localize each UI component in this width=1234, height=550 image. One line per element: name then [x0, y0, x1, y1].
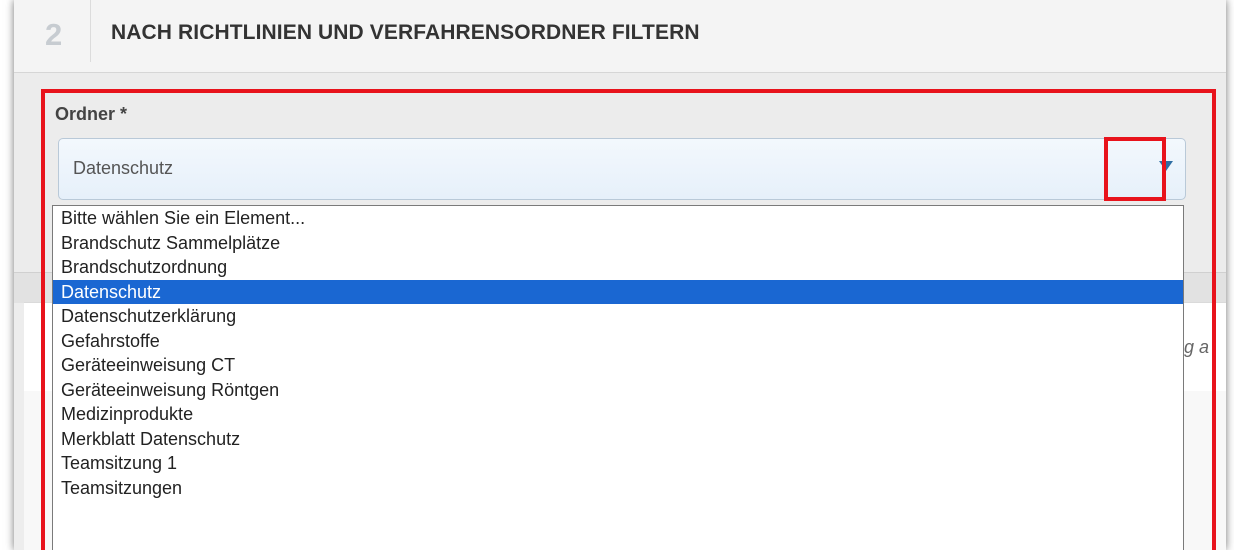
dropdown-option[interactable]: Teamsitzungen [53, 476, 1183, 501]
step-number: 2 [45, 17, 63, 52]
dropdown-option[interactable]: Teamsitzung 1 [53, 451, 1183, 476]
folder-select-value: Datenschutz [73, 158, 174, 178]
dropdown-option[interactable]: Datenschutz [53, 279, 1183, 304]
folder-select[interactable]: Datenschutz [58, 138, 1186, 200]
dropdown-option[interactable]: Brandschutz Sammelplätze [53, 231, 1183, 256]
dropdown-option[interactable]: Merkblatt Datenschutz [53, 427, 1183, 452]
header-divider [90, 0, 91, 62]
dropdown-option[interactable]: Gefahrstoffe [53, 329, 1183, 354]
folder-dropdown-list[interactable]: Bitte wählen Sie ein Element... Brandschu… [52, 205, 1184, 550]
dropdown-option[interactable]: Medizinprodukte [53, 402, 1183, 427]
dropdown-option[interactable]: Geräteeinweisung Röntgen [53, 378, 1183, 403]
section-header: 2 NACH RICHTLINIEN UND VERFAHRENSORDNER … [14, 0, 1226, 73]
folder-label: Ordner * [55, 104, 128, 124]
dropdown-option[interactable]: Brandschutzordnung [53, 255, 1183, 280]
chevron-down-icon[interactable] [1159, 161, 1173, 171]
dropdown-option[interactable]: Geräteeinweisung CT [53, 353, 1183, 378]
section-title: NACH RICHTLINIEN UND VERFAHRENSORDNER FI… [111, 21, 700, 44]
app-frame: 2 NACH RICHTLINIEN UND VERFAHRENSORDNER … [14, 0, 1226, 550]
dropdown-option[interactable]: Datenschutzerklärung [53, 304, 1183, 329]
dropdown-option[interactable]: Bitte wählen Sie ein Element... [53, 206, 1183, 231]
